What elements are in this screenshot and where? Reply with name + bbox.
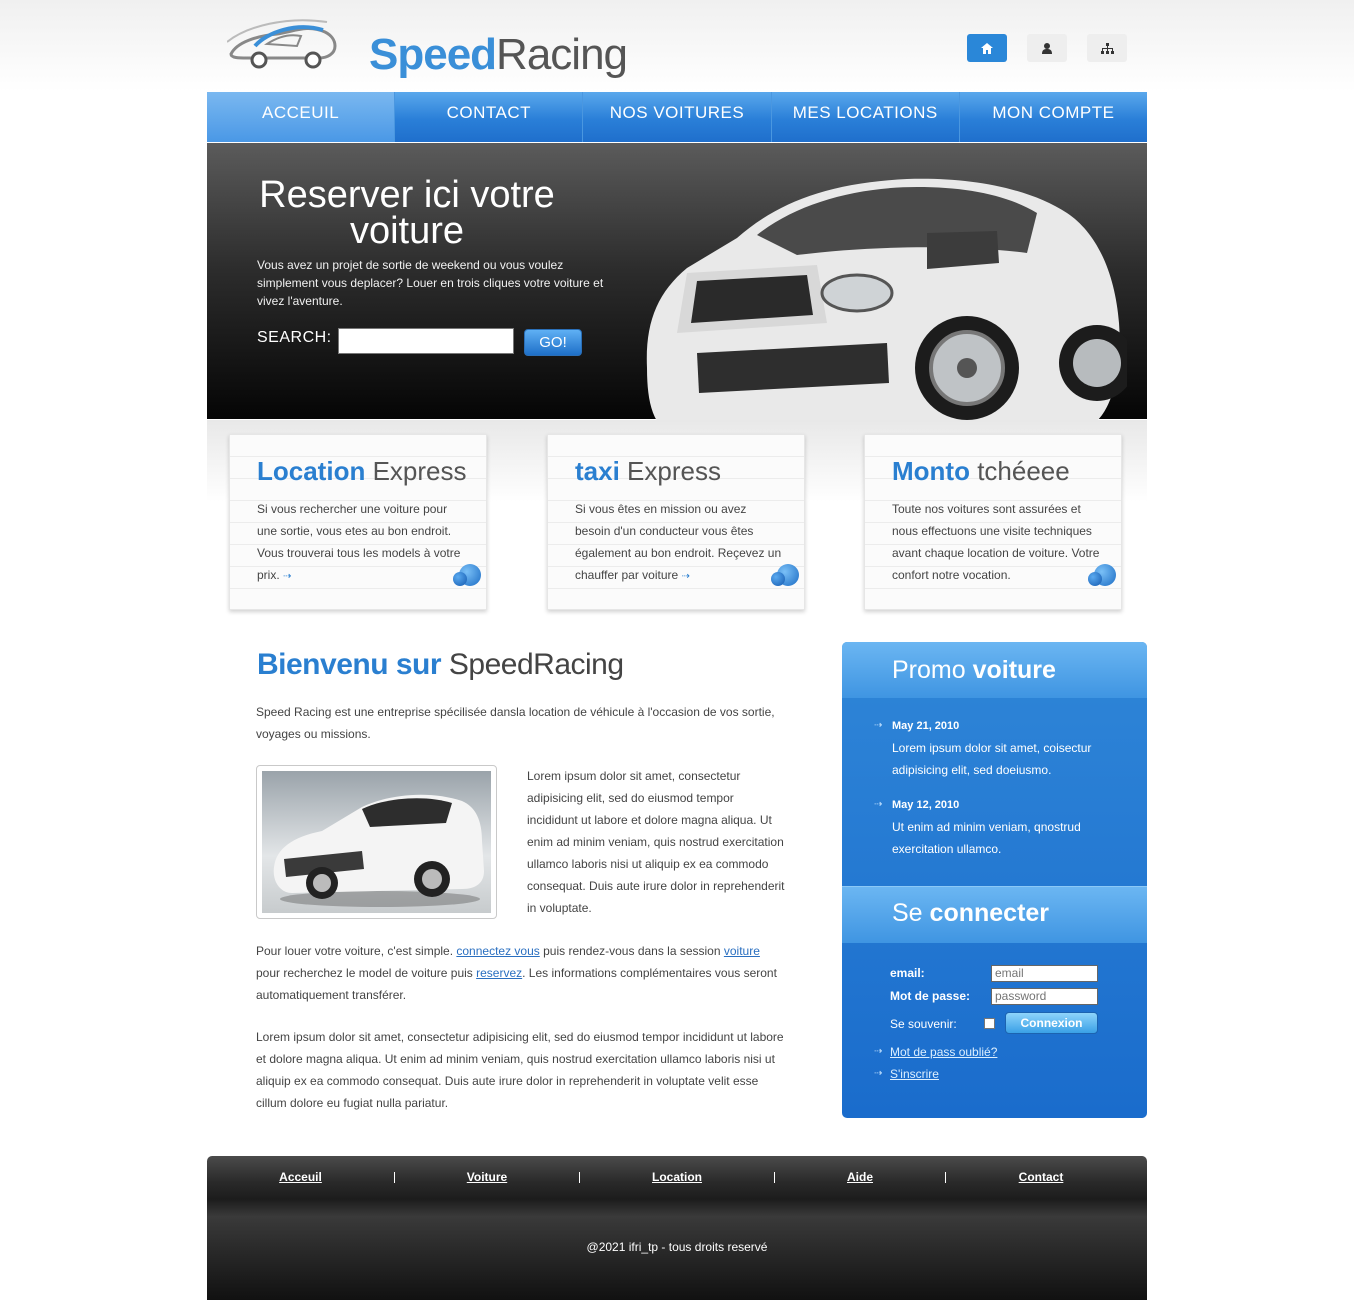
hero-banner: Reserver ici votre voiture Vous avez un …: [207, 143, 1147, 443]
welcome-title-bold: Bienvenu sur: [257, 648, 442, 681]
password-label: Mot de passe:: [890, 989, 971, 1003]
footer-link-acceuil[interactable]: Acceuil: [207, 1170, 394, 1184]
sitemap-icon[interactable]: [1087, 34, 1127, 62]
login-title-b: connecter: [929, 899, 1050, 927]
promo-text: Ut enim ad minim veniam, qnostrud exerci…: [892, 820, 1081, 856]
feature-title-rest: Express: [627, 456, 721, 486]
logo-text: SpeedRacing: [369, 30, 628, 80]
feature-title: taxi Express: [575, 456, 721, 487]
arrow-right-icon: ⇢: [874, 799, 883, 810]
welcome-title-rest: SpeedRacing: [448, 648, 624, 681]
connexion-button[interactable]: Connexion: [1005, 1012, 1098, 1034]
feature-box-monto: Monto tchéeee Toute nos voitures sont as…: [842, 420, 1145, 620]
feature-text-body: Si vous rechercher une voiture pour une …: [257, 502, 461, 582]
top-icon-bar: [967, 34, 1127, 62]
nav-item-contact[interactable]: CONTACT: [395, 92, 584, 142]
hero-title-line2: voiture: [349, 210, 465, 252]
logo-racing: Racing: [496, 30, 628, 79]
feature-title-bold: Location: [257, 456, 366, 486]
promo-date: May 21, 2010: [892, 720, 960, 732]
sidebar: Promo voiture ⇢ May 21, 2010 Lorem ipsum…: [842, 642, 1147, 1118]
arrow-right-icon: ⇢: [874, 720, 883, 731]
promo-text: Lorem ipsum dolor sit amet, coisectur ad…: [892, 741, 1092, 777]
feature-title-bold: taxi: [575, 456, 620, 486]
search-input[interactable]: [338, 328, 514, 354]
welcome-intro: Speed Racing est une entreprise spécilis…: [256, 705, 775, 741]
promo-date: May 12, 2010: [892, 799, 960, 811]
feature-box-taxi: taxi Express Si vous êtes en mission ou …: [525, 420, 828, 620]
welcome-title: Bienvenu sur SpeedRacing: [257, 648, 624, 682]
footer-link-contact[interactable]: Contact: [946, 1170, 1136, 1184]
car-photo: [256, 765, 497, 919]
feature-title-rest: Express: [372, 456, 467, 486]
connect-link[interactable]: connectez vous: [456, 944, 539, 958]
feature-text: Si vous êtes en mission ou avez besoin d…: [575, 498, 785, 588]
car-logo-icon: [227, 19, 337, 69]
search-label: SEARCH:: [257, 329, 332, 346]
arrow-right-icon: ⇢: [874, 1068, 883, 1079]
hero-title-line1: Reserver ici votre: [259, 174, 555, 216]
email-label: email:: [890, 966, 925, 980]
feature-title: Location Express: [257, 456, 467, 487]
footer-nav: Acceuil Voiture Location Aide Contact: [207, 1156, 1147, 1198]
login-title: Se connecter: [892, 899, 1049, 928]
user-icon[interactable]: [1027, 34, 1067, 62]
password-field[interactable]: [991, 988, 1098, 1005]
feature-text: Si vous rechercher une voiture pour une …: [257, 498, 467, 588]
p2-text-c: pour recherchez le model de voiture puis: [256, 966, 477, 980]
promo-item[interactable]: May 12, 2010 Ut enim ad minim veniam, qn…: [892, 794, 1112, 860]
feature-text-body: Si vous êtes en mission ou avez besoin d…: [575, 502, 782, 582]
feature-text: Toute nos voitures sont assurées et nous…: [892, 502, 1100, 582]
arrow-right-icon[interactable]: ⇢: [682, 571, 690, 582]
nav-item-acceuil[interactable]: ACCEUIL: [207, 92, 396, 147]
site-logo[interactable]: SpeedRacing: [227, 14, 628, 79]
hero-car-image: [637, 178, 1127, 443]
copyright-text: @2021 ifri_tp - tous droits reservé: [586, 1240, 768, 1254]
footer: Acceuil Voiture Location Aide Contact @2…: [207, 1156, 1147, 1300]
go-button[interactable]: GO!: [524, 329, 582, 356]
arrow-right-icon[interactable]: ⇢: [283, 571, 291, 582]
footer-link-location[interactable]: Location: [580, 1170, 774, 1184]
pin-icon: [453, 564, 481, 586]
promo-title: Promo voiture: [892, 656, 1056, 685]
header-background: [0, 0, 1354, 92]
arrow-right-icon: ⇢: [874, 1046, 883, 1057]
pin-icon: [771, 564, 799, 586]
pin-icon: [1088, 564, 1116, 586]
p2-text-a: Pour louer votre voiture, c'est simple.: [256, 944, 457, 958]
logo-speed: Speed: [369, 30, 497, 79]
voiture-link[interactable]: voiture: [724, 944, 760, 958]
nav-item-mon-compte[interactable]: MON COMPTE: [960, 92, 1147, 142]
promo-header: Promo voiture: [842, 642, 1147, 698]
home-icon[interactable]: [967, 34, 1007, 62]
login-title-a: Se: [892, 899, 923, 927]
footer-link-aide[interactable]: Aide: [775, 1170, 945, 1184]
feature-box-location: Location Express Si vous rechercher une …: [207, 420, 510, 620]
login-header: Se connecter: [842, 886, 1147, 943]
hero-description: Vous avez un projet de sortie de weekend…: [257, 258, 604, 308]
p2-text-b: puis rendez-vous dans la session: [539, 944, 724, 958]
welcome-paragraph-3: Lorem ipsum dolor sit amet, consectetur …: [256, 1030, 784, 1110]
footer-link-voiture[interactable]: Voiture: [395, 1170, 579, 1184]
main-nav: ACCEUIL CONTACT NOS VOITURES MES LOCATIO…: [207, 92, 1147, 147]
hero-title: Reserver ici votre voiture: [257, 174, 557, 252]
remember-checkbox[interactable]: [984, 1018, 995, 1029]
feature-title-bold: Monto: [892, 456, 970, 486]
promo-item[interactable]: May 21, 2010 Lorem ipsum dolor sit amet,…: [892, 715, 1112, 781]
car-photo-image: [262, 771, 491, 913]
feature-title-rest: tchéeee: [977, 456, 1070, 486]
email-field[interactable]: [991, 965, 1098, 982]
welcome-paragraph-2: Pour louer votre voiture, c'est simple. …: [256, 940, 786, 1006]
reservez-link[interactable]: reservez: [476, 966, 522, 980]
remember-label: Se souvenir:: [890, 1017, 957, 1031]
forgot-password-link[interactable]: Mot de pass oublié?: [890, 1045, 997, 1059]
feature-title: Monto tchéeee: [892, 456, 1070, 487]
welcome-column-text: Lorem ipsum dolor sit amet, consectetur …: [527, 769, 785, 915]
nav-item-nos-voitures[interactable]: NOS VOITURES: [583, 92, 772, 142]
register-link[interactable]: S'inscrire: [890, 1067, 939, 1081]
nav-item-mes-locations[interactable]: MES LOCATIONS: [772, 92, 960, 142]
promo-title-b: voiture: [972, 656, 1056, 684]
promo-title-a: Promo: [892, 656, 966, 684]
features-row: Location Express Si vous rechercher une …: [207, 420, 1147, 625]
